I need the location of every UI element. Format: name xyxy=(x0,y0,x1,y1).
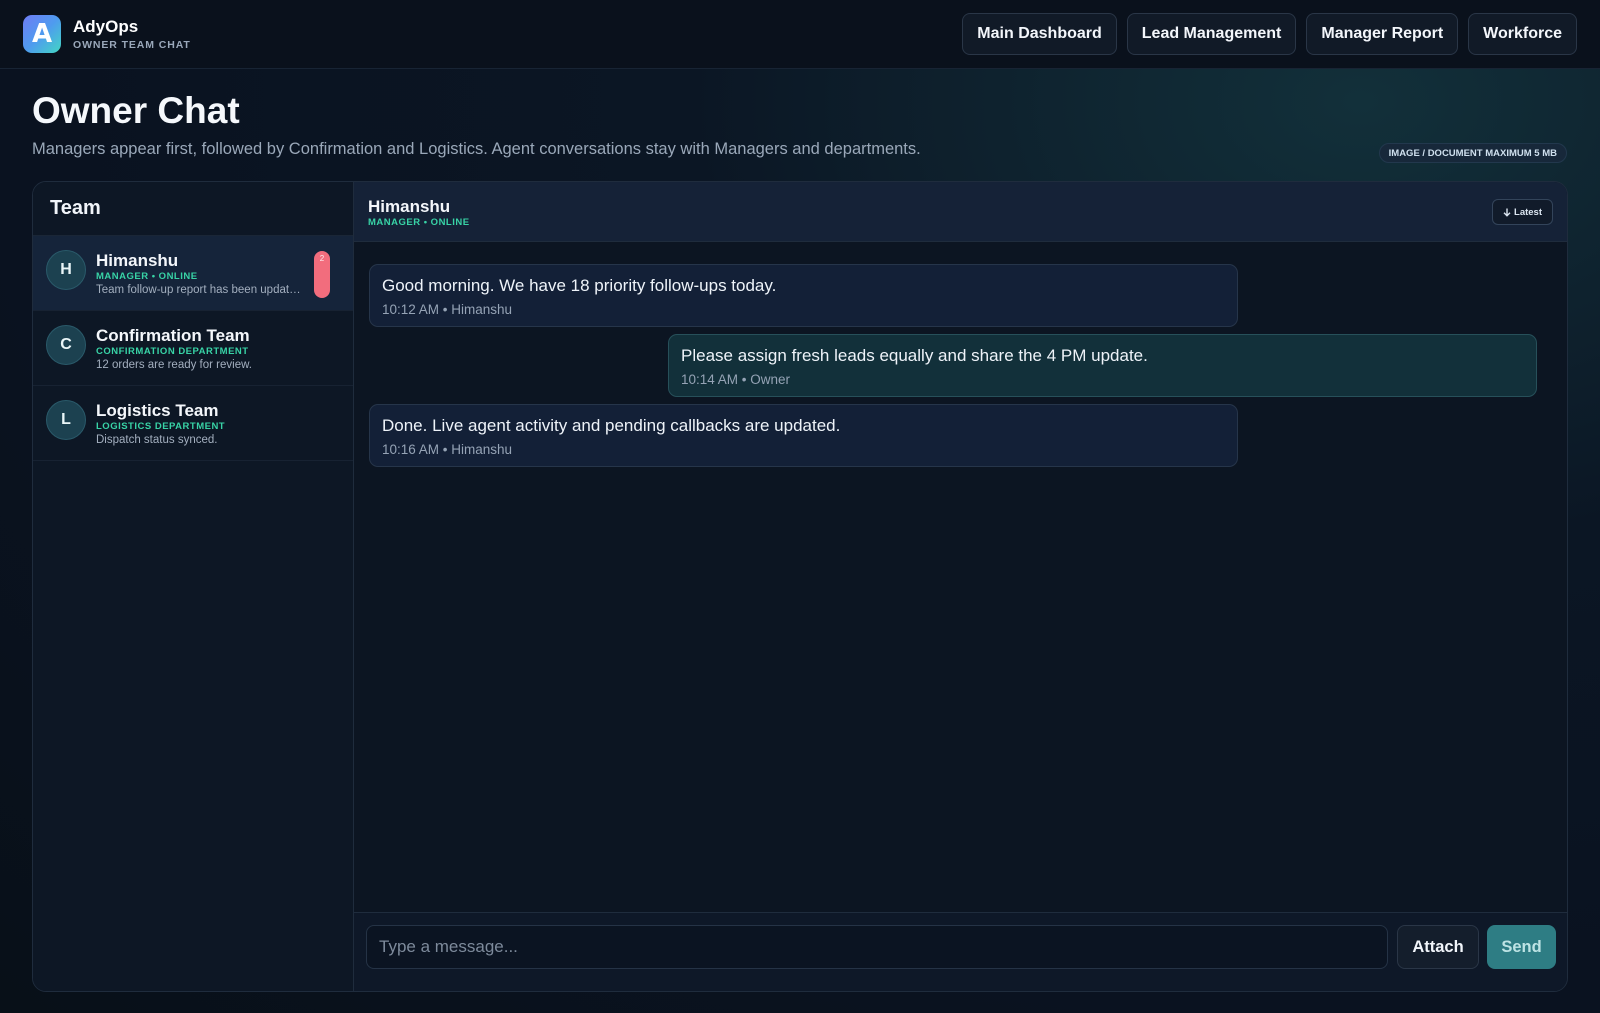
contact-name: Logistics Team xyxy=(96,401,219,420)
contact-preview: Dispatch status synced. xyxy=(96,434,218,446)
team-sidebar: Team H Himanshu MANAGER • ONLINE Team fo… xyxy=(33,182,354,991)
contact-role: CONFIRMATION DEPARTMENT xyxy=(96,346,249,357)
contact-role: MANAGER • ONLINE xyxy=(96,271,198,282)
upload-limit-badge: IMAGE / DOCUMENT MAXIMUM 5 MB xyxy=(1378,143,1567,163)
message-meta: 10:16 AM • Himanshu xyxy=(382,442,513,457)
conversation-name: Himanshu xyxy=(368,197,451,216)
message-meta: 10:12 AM • Himanshu xyxy=(382,302,513,317)
attach-button[interactable]: Attach xyxy=(1397,925,1479,969)
nav-workforce-button[interactable]: Workforce xyxy=(1468,13,1577,55)
contact-confirmation-team[interactable]: C Confirmation Team CONFIRMATION DEPARTM… xyxy=(33,311,353,386)
conversation-pane: Himanshu MANAGER • ONLINE Latest Good mo… xyxy=(354,182,1567,991)
conversation-status: MANAGER • ONLINE xyxy=(368,217,470,228)
app-logo[interactable]: A xyxy=(23,15,61,53)
contact-logistics-team[interactable]: L Logistics Team LOGISTICS DEPARTMENT Di… xyxy=(33,386,353,461)
arrow-down-icon xyxy=(1503,208,1511,217)
send-button[interactable]: Send xyxy=(1487,925,1556,969)
message-text: Please assign fresh leads equally and sh… xyxy=(681,346,1148,365)
message-bubble: Done. Live agent activity and pending ca… xyxy=(369,404,1238,467)
sidebar-title: Team xyxy=(33,182,353,236)
conversation-header: Himanshu MANAGER • ONLINE Latest xyxy=(354,182,1567,242)
avatar: H xyxy=(46,250,86,290)
top-nav: Main Dashboard Lead Management Manager R… xyxy=(962,13,1577,55)
nav-main-dashboard-button[interactable]: Main Dashboard xyxy=(962,13,1117,55)
message-input[interactable] xyxy=(366,925,1388,969)
avatar: L xyxy=(46,400,86,440)
contact-himanshu[interactable]: H Himanshu MANAGER • ONLINE Team follow-… xyxy=(33,236,353,311)
contact-name: Himanshu xyxy=(96,251,179,270)
contact-role: LOGISTICS DEPARTMENT xyxy=(96,421,226,432)
jump-latest-button[interactable]: Latest xyxy=(1492,199,1553,225)
contact-preview: 12 orders are ready for review. xyxy=(96,359,252,371)
message-meta: 10:14 AM • Owner xyxy=(681,372,791,387)
top-bar: A AdyOps OWNER TEAM CHAT Main Dashboard … xyxy=(0,0,1600,69)
jump-latest-label: Latest xyxy=(1514,206,1542,218)
chat-panel: Team H Himanshu MANAGER • ONLINE Team fo… xyxy=(32,181,1568,992)
message-composer: Attach Send xyxy=(354,912,1567,991)
brand-subtitle: OWNER TEAM CHAT xyxy=(73,39,191,51)
message-text: Good morning. We have 18 priority follow… xyxy=(382,276,777,295)
nav-manager-report-button[interactable]: Manager Report xyxy=(1306,13,1459,55)
contact-name: Confirmation Team xyxy=(96,326,250,345)
brand-name: AdyOps xyxy=(73,17,139,36)
page-subtitle: Managers appear first, followed by Confi… xyxy=(32,140,921,158)
avatar: C xyxy=(46,325,86,365)
contact-preview: Team follow-up report has been updated. xyxy=(96,284,301,296)
message-text: Done. Live agent activity and pending ca… xyxy=(382,416,841,435)
message-bubble: Please assign fresh leads equally and sh… xyxy=(668,334,1537,397)
page-title: Owner Chat xyxy=(32,90,240,131)
nav-lead-management-button[interactable]: Lead Management xyxy=(1126,13,1297,55)
message-bubble: Good morning. We have 18 priority follow… xyxy=(369,264,1238,327)
unread-badge: 2 xyxy=(314,251,330,298)
